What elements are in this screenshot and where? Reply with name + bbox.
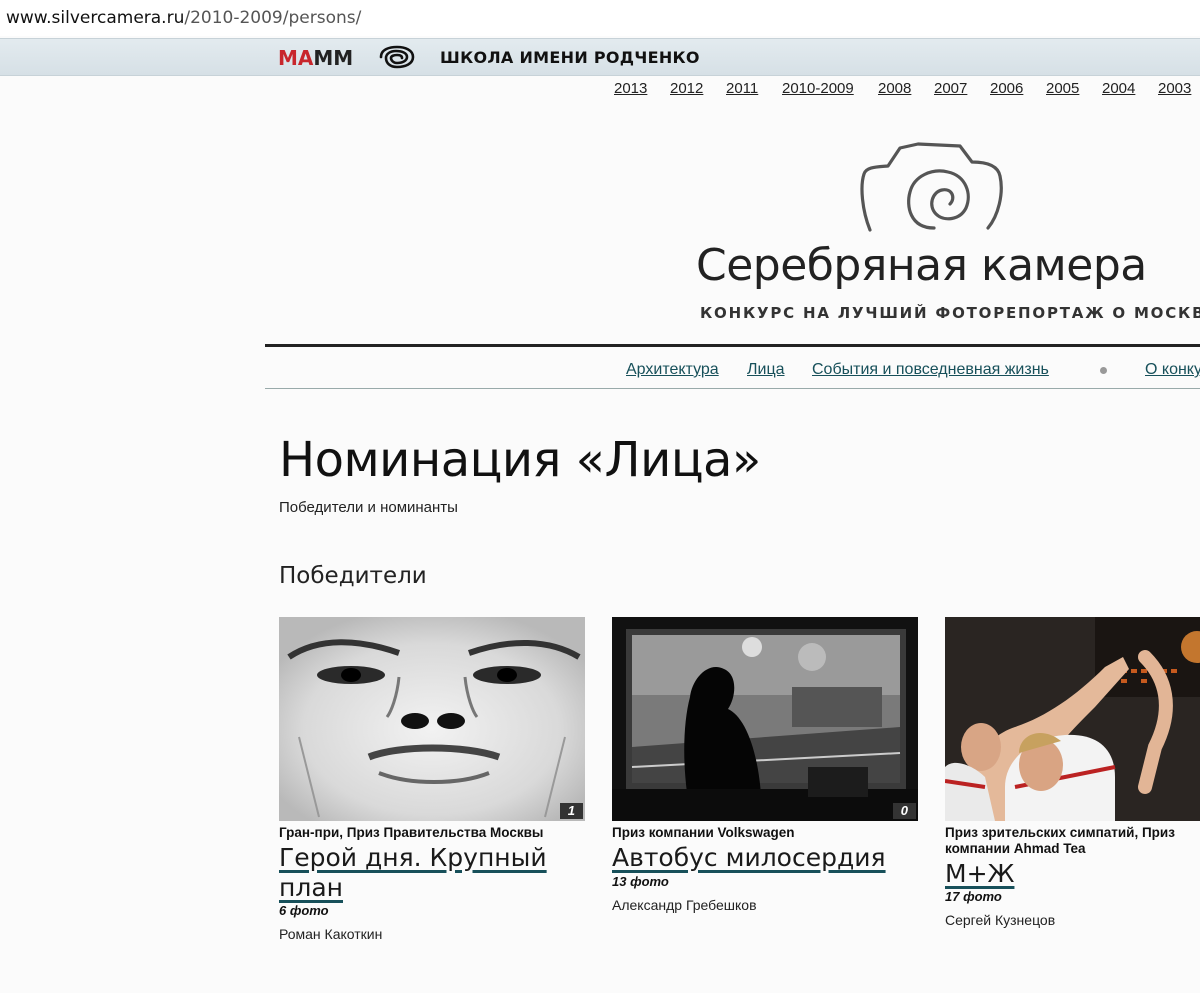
prize-label: Приз зрительских симпатий, Приз компании… — [945, 825, 1175, 856]
nav-divider — [265, 388, 1200, 389]
school-name-link[interactable]: ШКОЛА ИМЕНИ РОДЧЕНКО — [440, 48, 700, 67]
header-divider — [265, 344, 1200, 347]
photo-count: 13 фото — [612, 874, 669, 889]
author-name: Александр Гребешков — [612, 897, 757, 913]
winner-card: 0 Приз компании Volkswagen Автобус милос… — [612, 617, 918, 913]
winner-card: Приз зрительских симпатий, Приз компании… — [945, 617, 1200, 928]
winner-card: 1 Гран-при, Приз Правительства Москвы Ге… — [279, 617, 585, 942]
year-link[interactable]: 2006 — [990, 80, 1023, 97]
photo-count: 6 фото — [279, 903, 329, 918]
year-link[interactable]: 2012 — [670, 80, 703, 97]
nav-faces[interactable]: Лица — [747, 361, 785, 379]
prize-label: Гран-при, Приз Правительства Москвы — [279, 825, 544, 840]
year-nav: 2013 2012 2011 2010-2009 2008 2007 2006 … — [614, 80, 1200, 100]
url-path: /2010-2009/persons/ — [184, 8, 362, 28]
camera-spiral-logo-icon[interactable] — [848, 140, 1018, 240]
nav-about[interactable]: О конку — [1145, 361, 1200, 379]
site-title[interactable]: Серебряная камера — [696, 240, 1147, 291]
story-title-link[interactable]: Герой дня. Крупный план — [279, 843, 547, 903]
url-host: www.silvercamera.ru — [6, 8, 185, 28]
basketball-photo[interactable] — [945, 617, 1200, 821]
nav-architecture[interactable]: Архитектура — [626, 361, 719, 379]
photo-count-badge: 0 — [892, 803, 916, 819]
author-name: Сергей Кузнецов — [945, 912, 1056, 928]
year-link[interactable]: 2004 — [1102, 80, 1135, 97]
mamm-logo[interactable]: МАММ — [278, 46, 353, 70]
nav-events[interactable]: События и повседневная жизнь — [812, 361, 1049, 379]
year-link[interactable]: 2005 — [1046, 80, 1079, 97]
site-subtitle: КОНКУРС НА ЛУЧШИЙ ФОТОРЕПОРТАЖ О МОСКВЕ — [700, 304, 1200, 322]
year-link[interactable]: 2008 — [878, 80, 911, 97]
year-link[interactable]: 2003 — [1158, 80, 1191, 97]
bus-photo[interactable]: 0 — [612, 617, 918, 821]
page-subtitle: Победители и номинанты — [279, 499, 458, 516]
photo-count: 17 фото — [945, 889, 1002, 904]
story-title-link[interactable]: Автобус милосердия — [612, 843, 886, 873]
author-name: Роман Какоткин — [279, 926, 383, 942]
prize-label: Приз компании Volkswagen — [612, 825, 795, 840]
year-link[interactable]: 2007 — [934, 80, 967, 97]
page-title: Номинация «Лица» — [279, 432, 761, 488]
year-link[interactable]: 2011 — [726, 80, 758, 97]
year-link[interactable]: 2013 — [614, 80, 647, 97]
nav-separator-dot — [1100, 367, 1107, 374]
portrait-photo[interactable]: 1 — [279, 617, 585, 821]
story-title-link[interactable]: М+Ж — [945, 859, 1014, 889]
year-link[interactable]: 2010-2009 — [782, 80, 854, 97]
address-bar[interactable]: www.silvercamera.ru/2010-2009/persons/ — [0, 0, 1200, 36]
photo-count-badge: 1 — [559, 803, 583, 819]
section-heading: Победители — [279, 563, 427, 589]
partner-band: МАММ ШКОЛА ИМЕНИ РОДЧЕНКО — [0, 38, 1200, 76]
swirl-camera-icon — [379, 45, 415, 69]
